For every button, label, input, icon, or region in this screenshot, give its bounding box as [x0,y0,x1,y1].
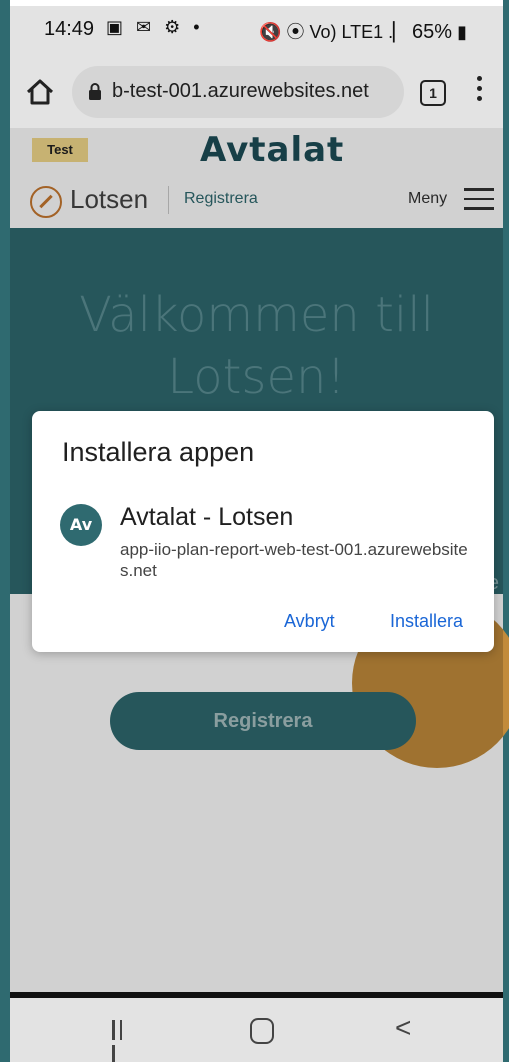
app-name: Avtalat - Lotsen [120,503,294,531]
dialog-title: Installera appen [62,437,255,467]
install-dialog: Installera appen Av Avtalat - Lotsen app… [32,411,494,652]
tab-switcher-button[interactable]: 1 [420,80,446,106]
status-bar: 14:49 ▣ ✉ ⚙ • 🔇 ⦿ Vo) LTE1 .▏ 65% ▮ [10,6,503,56]
notification-icons: ▣ ✉ ⚙ • [106,17,204,37]
cancel-button[interactable]: Avbryt [284,611,335,632]
home-button-icon[interactable] [250,1018,274,1044]
app-logo-icon: Av [60,504,102,546]
right-edge [503,0,509,1062]
recents-icon[interactable] [112,1020,134,1062]
install-button[interactable]: Installera [390,611,463,632]
battery-percent: 65% [412,21,453,43]
app-url: app-iio-plan-report-web-test-001.azurewe… [120,540,468,580]
url-text: b-test-001.azurewebsites.net [112,80,369,102]
address-bar[interactable]: b-test-001.azurewebsites.net [72,66,404,118]
more-menu-icon[interactable] [476,76,484,106]
system-nav-bar: < [10,998,503,1062]
signal-icons: 🔇 ⦿ Vo) LTE1 .▏ [259,22,408,42]
status-time: 14:49 [44,18,95,40]
battery-icon: ▮ [457,22,467,42]
phone-screen: 14:49 ▣ ✉ ⚙ • 🔇 ⦿ Vo) LTE1 .▏ 65% ▮ b-te… [0,0,509,1062]
home-icon[interactable] [24,76,56,108]
left-edge [0,0,10,1062]
browser-toolbar: b-test-001.azurewebsites.net 1 [10,56,503,128]
lock-icon [89,83,101,100]
status-right: 🔇 ⦿ Vo) LTE1 .▏ 65% ▮ [259,18,467,44]
back-icon[interactable]: < [395,1014,411,1042]
